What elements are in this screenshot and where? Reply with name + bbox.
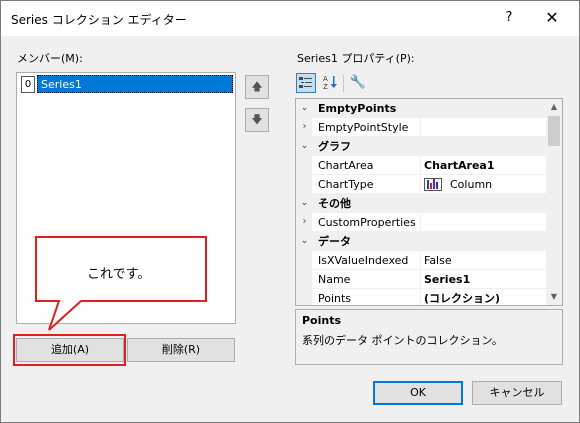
category-row-data[interactable]: ⌄ データ <box>296 232 546 251</box>
property-name: CustomProperties <box>318 216 416 229</box>
column-chart-icon <box>424 178 442 191</box>
property-grid-scrollbar[interactable]: ▲ ▼ <box>546 99 562 305</box>
toolbar-separator <box>343 75 344 92</box>
series-collection-editor-dialog: Series コレクション エディター ? ✕ メンバー(M): Series1… <box>0 0 580 423</box>
window-title: Series コレクション エディター <box>11 13 187 27</box>
wrench-icon: 🔧 <box>349 75 367 90</box>
property-toolbar: A Z 🔧 <box>296 72 558 96</box>
sort-alphabetical-icon: A Z <box>323 75 337 91</box>
arrow-down-icon: 🡇 <box>251 113 263 126</box>
expand-chevron-icon[interactable]: › <box>299 121 310 132</box>
description-title: Points <box>302 314 342 327</box>
collapse-chevron-icon[interactable]: ⌄ <box>299 103 310 113</box>
callout-text: これです。 <box>87 267 151 282</box>
arrow-up-icon: 🡅 <box>251 80 263 93</box>
category-name: EmptyPoints <box>318 102 397 115</box>
move-down-button[interactable]: 🡇 <box>245 108 269 132</box>
svg-text:A: A <box>323 75 328 83</box>
property-row-charttype[interactable]: ChartType Column <box>296 175 546 194</box>
member-name[interactable]: Series1 <box>37 75 233 93</box>
callout-bubble <box>35 236 207 331</box>
property-description-panel: Points 系列のデータ ポイントのコレクション。 <box>295 309 563 365</box>
property-row-isxvalueindexed[interactable]: IsXValueIndexed False <box>296 251 546 270</box>
categorized-icon <box>299 77 312 88</box>
move-up-button[interactable]: 🡅 <box>245 75 269 99</box>
properties-label: Series1 プロパティ(P): <box>297 52 415 65</box>
property-name: IsXValueIndexed <box>318 254 409 267</box>
categorized-view-button[interactable] <box>296 73 316 93</box>
scroll-down-icon[interactable]: ▼ <box>546 289 562 305</box>
category-row-emptypoints[interactable]: ⌄ EmptyPoints <box>296 99 546 118</box>
alphabetical-view-button[interactable]: A Z <box>320 73 340 93</box>
property-row-emptypointstyle[interactable]: › EmptyPointStyle <box>296 118 546 137</box>
scroll-up-icon[interactable]: ▲ <box>546 99 562 115</box>
list-item[interactable]: 0 Series1 <box>19 75 233 93</box>
property-value[interactable]: Column <box>450 175 492 194</box>
property-row-customproperties[interactable]: › CustomProperties <box>296 213 546 232</box>
close-button[interactable]: ✕ <box>537 7 567 29</box>
property-value[interactable]: (コレクション) <box>424 289 500 305</box>
property-row-points[interactable]: Points (コレクション) <box>296 289 546 305</box>
category-name: データ <box>318 235 351 248</box>
collapse-chevron-icon[interactable]: ⌄ <box>299 141 310 151</box>
property-name: ChartArea <box>318 159 374 172</box>
title-bar: Series コレクション エディター ? ✕ <box>1 1 579 36</box>
property-grid[interactable]: ⌄ EmptyPoints › EmptyPointStyle ⌄ グラフ Ch… <box>295 98 563 306</box>
property-name: Name <box>318 273 351 286</box>
category-row-graph[interactable]: ⌄ グラフ <box>296 137 546 156</box>
property-name: EmptyPointStyle <box>318 121 409 134</box>
property-value[interactable]: False <box>424 251 452 270</box>
property-pages-button[interactable]: 🔧 <box>348 73 368 93</box>
category-name: その他 <box>318 197 351 210</box>
property-value[interactable]: Series1 <box>424 270 470 289</box>
remove-button[interactable]: 削除(R) <box>127 338 235 362</box>
help-button[interactable]: ? <box>497 7 521 29</box>
description-text: 系列のデータ ポイントのコレクション。 <box>302 334 503 347</box>
property-value[interactable]: ChartArea1 <box>424 156 495 175</box>
property-row-name[interactable]: Name Series1 <box>296 270 546 289</box>
property-name: ChartType <box>318 178 374 191</box>
ok-button[interactable]: OK <box>373 381 463 405</box>
svg-text:Z: Z <box>323 83 328 91</box>
highlight-box <box>13 334 126 366</box>
collapse-chevron-icon[interactable]: ⌄ <box>299 198 310 208</box>
members-label: メンバー(M): <box>17 52 83 65</box>
property-row-chartarea[interactable]: ChartArea ChartArea1 <box>296 156 546 175</box>
property-rows: ⌄ EmptyPoints › EmptyPointStyle ⌄ グラフ Ch… <box>296 99 546 305</box>
category-name: グラフ <box>318 140 351 153</box>
collapse-chevron-icon[interactable]: ⌄ <box>299 236 310 246</box>
category-row-other[interactable]: ⌄ その他 <box>296 194 546 213</box>
property-name: Points <box>318 292 352 305</box>
member-index: 0 <box>21 76 35 93</box>
cancel-button[interactable]: キャンセル <box>472 381 562 405</box>
scrollbar-thumb[interactable] <box>548 116 560 146</box>
expand-chevron-icon[interactable]: › <box>299 216 310 227</box>
